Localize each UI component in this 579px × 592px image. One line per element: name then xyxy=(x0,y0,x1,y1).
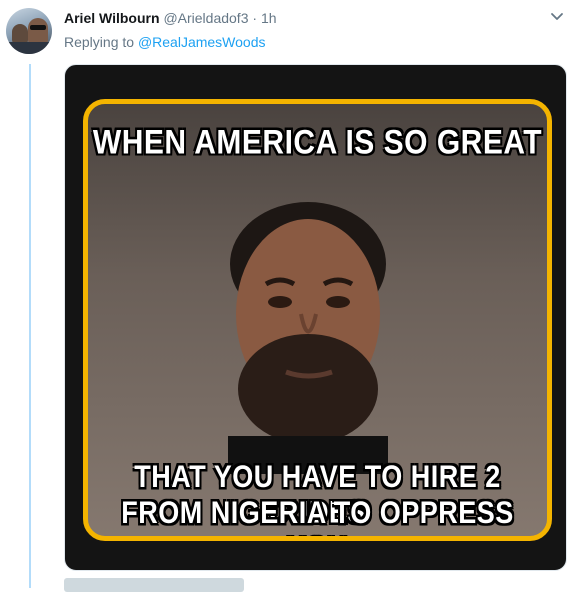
avatar-shirt xyxy=(6,42,52,54)
thread-line xyxy=(29,64,31,588)
chevron-down-icon[interactable] xyxy=(550,10,564,24)
portrait-illustration xyxy=(228,202,388,474)
separator-dot: · xyxy=(252,10,258,26)
replying-to: Replying to @RealJamesWoods xyxy=(64,33,266,51)
tweet-media-image[interactable]: WHEN AMERICA IS SO GREAT THAT YOU HAVE T… xyxy=(64,64,567,571)
tweet-time[interactable]: 1h xyxy=(261,10,277,26)
next-tweet-preview xyxy=(64,578,244,592)
author-handle[interactable]: @Arieldadof3 xyxy=(163,10,248,26)
replying-prefix: Replying to xyxy=(64,34,135,50)
avatar-person-right xyxy=(28,18,48,44)
author-name[interactable]: Ariel Wilbourn xyxy=(64,10,160,26)
avatar[interactable] xyxy=(6,8,52,54)
meme-top-text: WHEN AMERICA IS SO GREAT xyxy=(92,123,543,162)
avatar-person-left xyxy=(12,24,28,44)
replying-to-link[interactable]: @RealJamesWoods xyxy=(138,34,266,50)
meme-frame: WHEN AMERICA IS SO GREAT THAT YOU HAVE T… xyxy=(83,99,552,541)
avatar-sunglasses xyxy=(30,25,46,30)
tweet-header: Ariel Wilbourn @Arieldadof3 · 1h xyxy=(64,9,277,27)
meme-bottom-text-line2: FROM NIGERIA TO OPPRESS YOU xyxy=(121,495,514,536)
